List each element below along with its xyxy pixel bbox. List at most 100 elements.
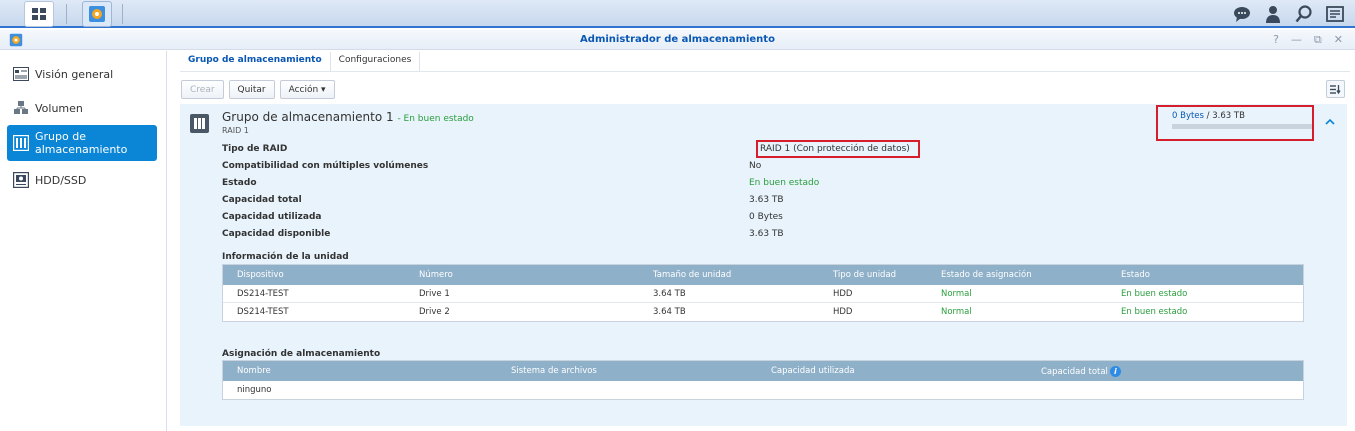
sidebar-item-volume[interactable]: Volumen: [7, 90, 157, 126]
info-icon[interactable]: i: [1109, 366, 1121, 377]
table-cell: DS214-TEST: [237, 289, 289, 299]
storage-pool-icon: [190, 114, 209, 133]
tab-bar: Grupo de almacenamiento Configuraciones: [180, 52, 421, 72]
allocation-title: Asignación de almacenamiento: [222, 349, 381, 359]
column-header-label: Tipo de unidad: [833, 270, 897, 280]
table-cell: Drive 2: [419, 307, 450, 317]
window-title: Administrador de almacenamiento: [580, 34, 775, 45]
table-cell: Normal: [941, 307, 972, 317]
table-cell: DS214-TEST: [237, 307, 289, 317]
main-menu-icon: [32, 8, 46, 20]
column-header-label: Número: [419, 270, 453, 280]
column-header[interactable]: Nombre: [237, 366, 271, 376]
chevron-up-icon[interactable]: [1324, 116, 1336, 128]
column-header[interactable]: Estado: [1121, 270, 1150, 280]
overview-icon: [13, 66, 29, 82]
column-header-label: Nombre: [237, 366, 271, 376]
tab-settings[interactable]: Configuraciones: [331, 52, 421, 72]
property-value: 3.63 TB: [749, 195, 784, 205]
widgets-icon: [1326, 6, 1344, 22]
property-value: En buen estado: [749, 178, 820, 188]
sidebar-item-label: HDD/SSD: [35, 173, 87, 187]
storage-pool-icon: [13, 135, 29, 151]
remove-button[interactable]: Quitar: [228, 80, 275, 99]
usage-text: 0 Bytes / 3.63 TB: [1172, 111, 1245, 121]
property-value: No: [749, 161, 762, 171]
table-cell: 3.64 TB: [653, 307, 686, 317]
sidebar-item-storage-pool[interactable]: Grupo de almacenamiento: [7, 125, 157, 161]
column-header-label: Sistema de archivos: [511, 366, 597, 376]
usage-progress-bar: [1172, 124, 1312, 129]
table-cell: ninguno: [237, 385, 272, 395]
property-label: Estado: [222, 178, 257, 188]
close-icon[interactable]: ✕: [1334, 33, 1343, 47]
notifications-button[interactable]: [1232, 4, 1252, 24]
user-icon: [1266, 6, 1280, 23]
chat-bubble-icon: [1234, 7, 1250, 22]
table-cell: Drive 1: [419, 289, 450, 299]
table-row[interactable]: ninguno: [223, 381, 1303, 399]
drive-info-title: Información de la unidad: [222, 252, 349, 262]
minimize-icon[interactable]: —: [1291, 33, 1302, 47]
table-cell: En buen estado: [1121, 307, 1188, 317]
table-cell: En buen estado: [1121, 289, 1188, 299]
property-value: 0 Bytes: [749, 212, 783, 222]
property-label: Compatibilidad con múltiples volúmenes: [222, 161, 429, 171]
help-icon[interactable]: ?: [1273, 33, 1279, 47]
column-header[interactable]: Estado de asignación: [941, 270, 1032, 280]
table-cell: HDD: [833, 289, 853, 299]
sort-button[interactable]: [1326, 80, 1345, 98]
allocation-table: Nombre Sistema de archivos Capacidad utili…: [222, 360, 1304, 400]
search-button[interactable]: [1294, 4, 1314, 24]
main-menu-button[interactable]: [24, 1, 54, 27]
sidebar-item-overview[interactable]: Visión general: [7, 56, 157, 92]
usage-total: 3.63 TB: [1212, 111, 1245, 121]
usage-separator: /: [1203, 111, 1213, 121]
table-cell: HDD: [833, 307, 853, 317]
column-header[interactable]: Dispositivo: [237, 270, 284, 280]
column-header[interactable]: Sistema de archivos: [511, 366, 597, 376]
toolbar: Crear Quitar Acción ▾: [181, 80, 335, 99]
property-label: Tipo de RAID: [222, 144, 288, 154]
column-header-label: Tamaño de unidad: [653, 270, 732, 280]
usage-used: 0 Bytes: [1172, 111, 1204, 121]
table-cell: Normal: [941, 289, 972, 299]
create-button[interactable]: Crear: [181, 80, 224, 99]
taskbar-storage-manager-button[interactable]: [82, 1, 112, 27]
table-cell: 3.64 TB: [653, 289, 686, 299]
widgets-button[interactable]: [1325, 4, 1345, 24]
table-header: Nombre Sistema de archivos Capacidad utili…: [223, 361, 1303, 381]
column-header[interactable]: Tipo de unidad: [833, 270, 896, 280]
column-header-label: Estado de asignación: [941, 270, 1032, 280]
property-value: RAID 1 (Con protección de datos): [760, 144, 910, 154]
table-row[interactable]: DS214-TEST Drive 1 3.64 TB HDD Normal En buen…: [223, 285, 1303, 303]
tab-divider: [180, 71, 1350, 72]
taskbar: [0, 0, 1355, 28]
table-row[interactable]: DS214-TEST Drive 2 3.64 TB HDD Normal En buen…: [223, 303, 1303, 321]
storage-pool-panel[interactable]: Grupo de almacenamiento 1 - En buen esta…: [180, 104, 1347, 426]
tab-storage-pool[interactable]: Grupo de almacenamiento: [180, 52, 331, 72]
column-header-label: Dispositivo: [237, 270, 284, 280]
property-label: Capacidad total: [222, 195, 302, 205]
column-header-label: Estado: [1121, 270, 1150, 280]
window-titlebar[interactable]: Administrador de almacenamiento ? — ⧉ ✕: [0, 30, 1355, 50]
taskbar-divider: [66, 4, 67, 24]
column-header[interactable]: Tamaño de unidad: [653, 270, 731, 280]
column-header[interactable]: Capacidad total i: [1041, 366, 1121, 377]
maximize-icon[interactable]: ⧉: [1314, 33, 1322, 47]
sidebar-item-label: Volumen: [35, 101, 83, 115]
property-value: 3.63 TB: [749, 229, 784, 239]
search-icon: [1295, 5, 1312, 23]
user-button[interactable]: [1263, 4, 1283, 24]
column-header[interactable]: Capacidad utilizada: [771, 366, 855, 376]
column-header[interactable]: Número: [419, 270, 453, 280]
sidebar-item-hdd-ssd[interactable]: HDD/SSD: [7, 162, 157, 198]
pool-status-inline: - En buen estado: [397, 114, 474, 124]
pool-raid-subtitle: RAID 1: [222, 126, 249, 135]
sidebar-item-label: Visión general: [35, 67, 114, 81]
pool-name: Grupo de almacenamiento 1: [222, 110, 394, 124]
action-dropdown[interactable]: Acción ▾: [279, 80, 335, 99]
volume-icon: [13, 100, 29, 116]
sort-icon: [1330, 84, 1341, 94]
column-header-label: Capacidad total: [1041, 367, 1108, 377]
